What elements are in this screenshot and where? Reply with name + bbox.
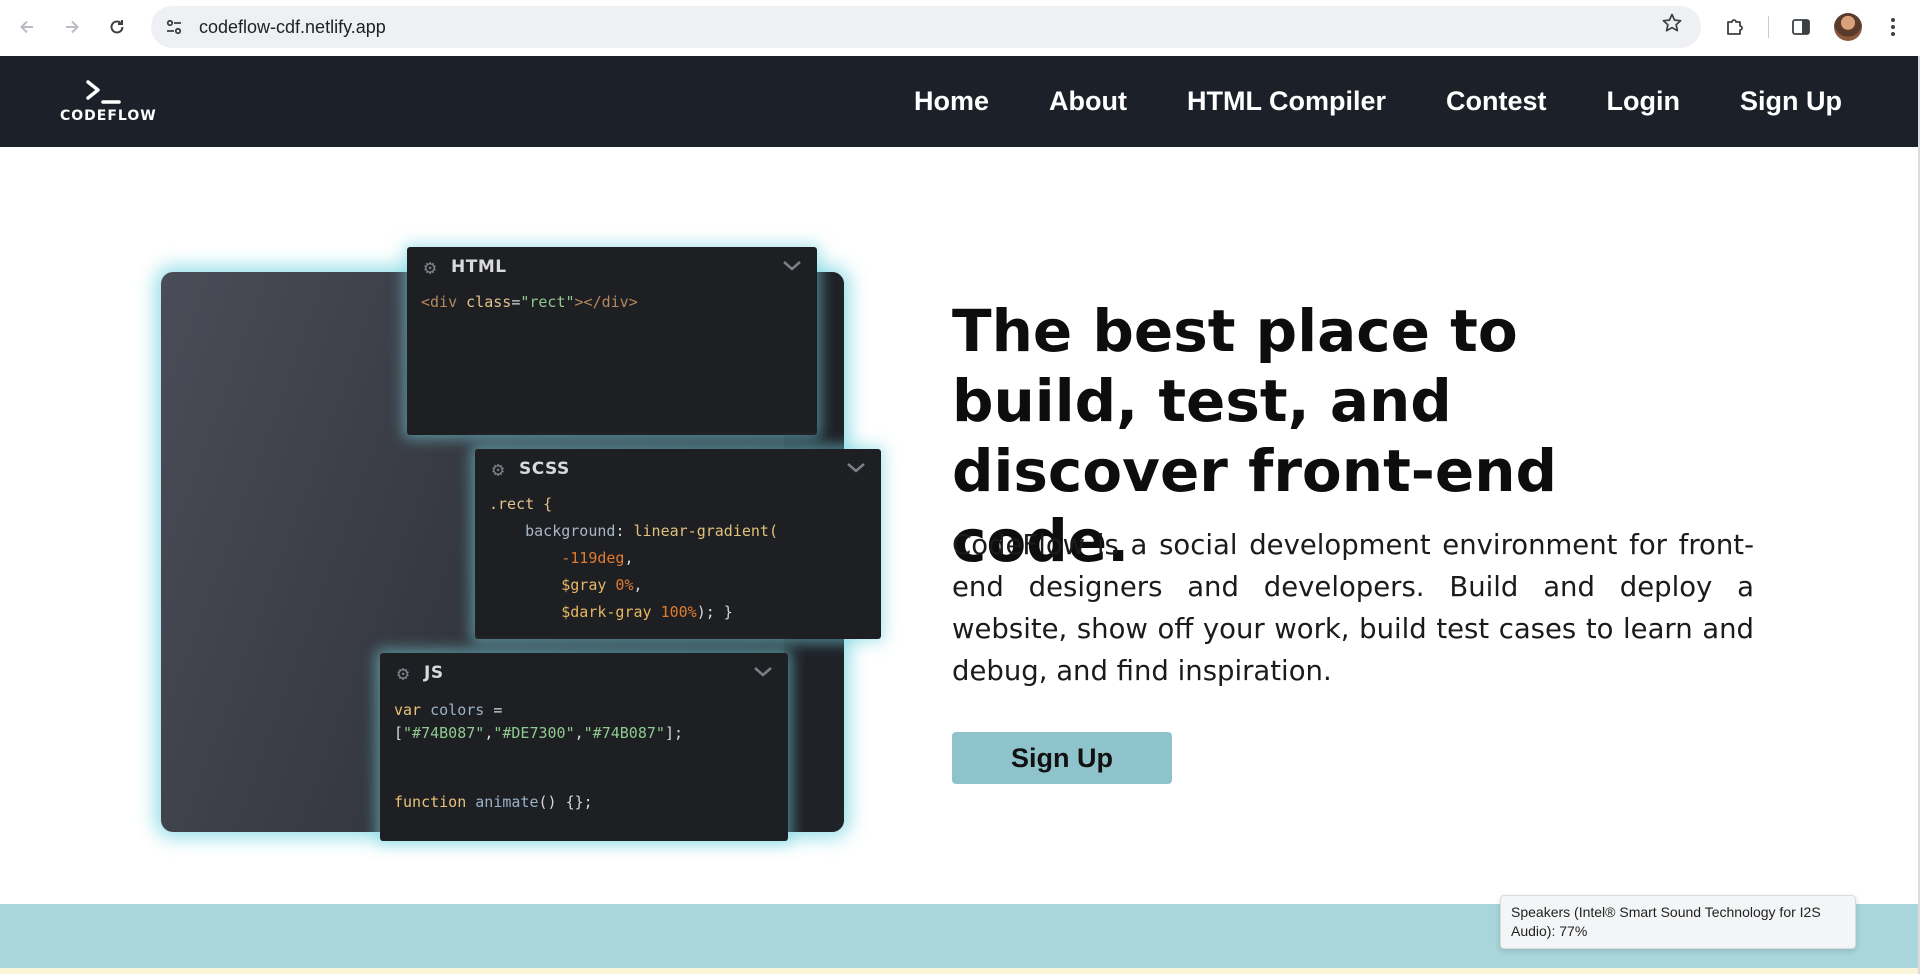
puzzle-icon <box>1727 19 1743 35</box>
js-editor-panel: ⚙ JS var colors = ["#74B087","#DE7300","… <box>380 653 788 841</box>
footer-band-edge <box>0 968 1918 974</box>
main-nav: Home About HTML Compiler Contest Login S… <box>854 56 1842 147</box>
side-panel-icon <box>1792 19 1810 35</box>
js-fn-body: () {}; <box>538 793 593 811</box>
html-eq: = <box>511 293 521 311</box>
nav-sign-up[interactable]: Sign Up <box>1740 86 1842 117</box>
logo-wordmark: CODEFLOW <box>60 108 157 124</box>
scss-pct-0: 0% <box>606 576 634 594</box>
nav-contest[interactable]: Contest <box>1446 86 1547 117</box>
web-page: CODEFLOW Home About HTML Compiler Contes… <box>0 56 1918 974</box>
side-panel-button[interactable] <box>1784 10 1818 44</box>
reload-button[interactable] <box>100 10 134 44</box>
nav-login[interactable]: Login <box>1607 86 1680 117</box>
js-color-2: "#DE7300" <box>493 724 575 742</box>
chevron-down-icon[interactable] <box>752 663 774 681</box>
gear-icon[interactable]: ⚙ <box>392 662 414 684</box>
scss-var-dark-gray: $dark-gray <box>561 603 652 621</box>
browser-menu-button[interactable] <box>1876 10 1910 44</box>
arrow-right-icon <box>66 20 79 34</box>
scss-comma-1: , <box>624 549 634 567</box>
html-attr: class <box>466 293 512 311</box>
html-editor-panel: ⚙ HTML <div class="rect"></div> <box>407 247 817 435</box>
nav-home[interactable]: Home <box>914 86 989 117</box>
scss-editor-panel: ⚙ SCSS .rect { background: linear-gradie… <box>475 449 881 639</box>
arrow-left-icon <box>20 20 33 34</box>
sign-up-button[interactable]: Sign Up <box>952 732 1172 784</box>
hero-description: CodeFlow is a social development environ… <box>952 529 1754 687</box>
scss-line-1: .rect { <box>489 495 553 513</box>
address-bar[interactable]: codeflow-cdf.netlify.app <box>151 6 1701 48</box>
chevron-down-icon[interactable] <box>845 459 867 477</box>
scss-fn: linear-gradient( <box>633 522 779 540</box>
js-colors-id: colors <box>421 701 485 719</box>
js-var-kw: var <box>394 701 422 719</box>
bookmark-star-icon[interactable] <box>1661 12 1683 40</box>
js-bracket-open: [ <box>394 724 404 742</box>
html-editor-header: ⚙ HTML <box>407 247 817 287</box>
scss-angle: -119deg <box>561 549 625 567</box>
nav-html-compiler[interactable]: HTML Compiler <box>1187 86 1386 117</box>
js-color-3: "#74B087" <box>583 724 665 742</box>
terminal-prompt-icon <box>86 80 121 104</box>
scss-sep: : <box>615 522 634 540</box>
gear-icon[interactable]: ⚙ <box>487 458 509 480</box>
toolbar-divider <box>1768 16 1769 38</box>
js-color-1: "#74B087" <box>403 724 485 742</box>
scss-prop: background <box>525 522 616 540</box>
site-navbar: CODEFLOW Home About HTML Compiler Contes… <box>0 56 1918 147</box>
js-editor-header: ⚙ JS <box>380 653 788 693</box>
site-info-button[interactable] <box>157 10 191 44</box>
nav-about[interactable]: About <box>1049 86 1127 117</box>
reload-icon <box>110 20 124 34</box>
kebab-menu-icon <box>1891 18 1895 36</box>
html-editor-title: HTML <box>451 257 507 277</box>
extensions-button[interactable] <box>1718 10 1752 44</box>
gear-icon[interactable]: ⚙ <box>419 256 441 278</box>
scss-editor-title: SCSS <box>519 459 570 479</box>
scss-pct-100: 100% <box>651 603 697 621</box>
html-code: <div class="rect"></div> <box>407 287 817 318</box>
profile-avatar[interactable] <box>1834 13 1862 41</box>
html-value: "rect" <box>520 293 575 311</box>
scss-var-gray: $gray <box>561 576 607 594</box>
volume-toast: Speakers (Intel® Smart Sound Technology … <box>1500 895 1856 949</box>
js-animate-id: animate <box>466 793 539 811</box>
browser-toolbar: codeflow-cdf.netlify.app <box>0 0 1920 56</box>
html-tag-close: ></div> <box>574 293 638 311</box>
js-eq: = <box>484 701 503 719</box>
scss-comma-2: , <box>633 576 643 594</box>
js-bracket-close: ]; <box>664 724 683 742</box>
scss-code: .rect { background: linear-gradient( -11… <box>475 489 881 628</box>
codeflow-logo[interactable]: CODEFLOW <box>60 78 157 126</box>
url-text: codeflow-cdf.netlify.app <box>199 16 386 37</box>
js-code: var colors = ["#74B087","#DE7300","#74B0… <box>394 701 683 811</box>
js-function-kw: function <box>394 793 467 811</box>
forward-button[interactable] <box>55 10 89 44</box>
back-button[interactable] <box>10 10 44 44</box>
chevron-down-icon[interactable] <box>781 257 803 275</box>
js-editor-title: JS <box>424 663 444 683</box>
scss-close: ); } <box>696 603 733 621</box>
html-tag-open: <div <box>421 293 467 311</box>
scss-editor-header: ⚙ SCSS <box>475 449 881 489</box>
tune-icon <box>166 19 182 35</box>
